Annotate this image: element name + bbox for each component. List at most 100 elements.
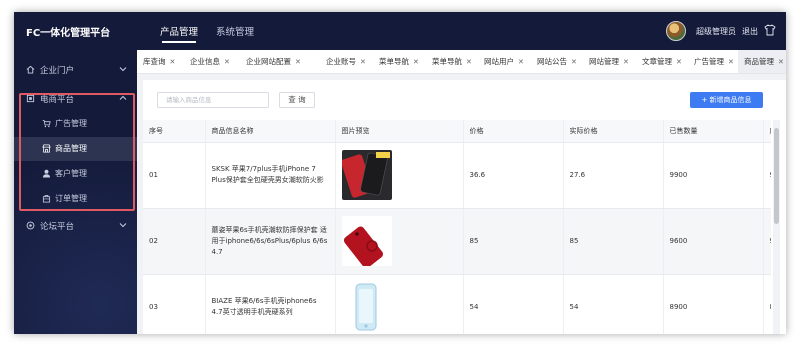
close-icon[interactable]: ✕ — [623, 58, 629, 66]
sidebar: 企业门户 电商平台 广告管理 商品管理 客户管理 订单管理 论坛平台 — [14, 50, 137, 334]
close-icon[interactable]: ✕ — [571, 58, 577, 66]
tab-label: 广告管理 — [694, 57, 724, 66]
sidebar-item-ad-management[interactable]: 广告管理 — [14, 112, 137, 136]
tab-site-management[interactable]: 网站管理 ✕ — [583, 50, 629, 73]
column-header-sold[interactable]: 已售数量 — [663, 120, 764, 143]
cell-name: 蘑姿苹果6s手机壳潮软防摔保护套 适用于iphone6/6s/6sPlus/6p… — [205, 208, 336, 275]
sidebar-group-label: 企业门户 — [40, 66, 75, 76]
tab-bar: 库查询 ✕ 企业信息 ✕ 企业网站配置 ✕ 企业账号 ✕ 菜单导航 ✕ 菜单导航 ✕ 网站用… — [137, 50, 786, 74]
search-input[interactable]: 请输入商品信息 — [157, 92, 269, 108]
sidebar-group-ecommerce[interactable]: 电商平台 — [14, 88, 137, 110]
column-header-preview[interactable]: 图片预览 — [335, 120, 464, 143]
product-image[interactable] — [341, 150, 392, 200]
tab-label: 网站管理 — [589, 57, 619, 66]
table-row[interactable]: 03 BIAZE 苹果6/6s手机壳iphone6s 4.7英寸透明手机壳硬系列… — [143, 274, 771, 334]
tab-label: 企业网站配置 — [246, 57, 291, 66]
tab-label: 商品管理 — [744, 57, 774, 66]
tab-company-info[interactable]: 企业信息 ✕ — [184, 50, 230, 73]
cell-preview — [335, 274, 464, 334]
close-icon[interactable]: ✕ — [778, 58, 784, 66]
cell-sold: 9900 — [663, 142, 764, 209]
close-icon[interactable]: ✕ — [295, 58, 301, 66]
vertical-scrollbar[interactable] — [773, 120, 780, 334]
close-icon[interactable]: ✕ — [224, 58, 230, 66]
nav-product-management[interactable]: 产品管理 — [160, 24, 198, 43]
scrollbar-thumb[interactable] — [774, 128, 779, 224]
cell-price: 54 — [463, 274, 564, 334]
column-header-name[interactable]: 商品信息名称 — [205, 120, 336, 143]
tab-product-management[interactable]: 商品管理 ✕ — [738, 50, 786, 73]
tab-article-management[interactable]: 文章管理 ✕ — [636, 50, 682, 73]
tab-label: 菜单导航 — [379, 57, 409, 66]
sidebar-item-label: 商品管理 — [55, 144, 87, 153]
chevron-up-icon — [119, 95, 127, 100]
nav-system-management[interactable]: 系统管理 — [216, 24, 254, 38]
tab-ad-management[interactable]: 广告管理 ✕ — [688, 50, 734, 73]
cell-stock: 8900 — [763, 274, 771, 334]
sidebar-group-forum[interactable]: 论坛平台 — [14, 215, 137, 237]
tab-label: 文章管理 — [642, 57, 672, 66]
product-image[interactable] — [341, 216, 392, 266]
store-icon — [42, 144, 51, 153]
tab-library-query[interactable]: 库查询 ✕ — [137, 50, 176, 73]
cell-preview — [335, 208, 464, 275]
sidebar-item-customer-management[interactable]: 客户管理 — [14, 162, 137, 186]
home-icon — [26, 65, 35, 74]
cell-name: BIAZE 苹果6/6s手机壳iphone6s 4.7英寸透明手机壳硬系列 — [205, 274, 336, 334]
product-image[interactable] — [341, 282, 392, 332]
cell-stock: 9600 — [763, 208, 771, 275]
sidebar-item-product-management[interactable]: 商品管理 — [14, 137, 137, 161]
cell-preview — [335, 142, 464, 209]
tab-menu-nav-2[interactable]: 菜单导航 ✕ — [426, 50, 472, 73]
app-window: FC一体化管理平台 产品管理 系统管理 超级管理员 退出 企业门户 电商平台 广… — [14, 12, 786, 334]
close-icon[interactable]: ✕ — [360, 58, 366, 66]
column-header-actual-price[interactable]: 实际价格 — [563, 120, 664, 143]
close-icon[interactable]: ✕ — [676, 58, 682, 66]
tab-label: 库查询 — [143, 57, 166, 66]
cell-no: 01 — [143, 142, 206, 209]
table-row[interactable]: 01 SKSK 苹果7/7plus手机iPhone 7 Plus保护套全包硬壳男… — [143, 142, 771, 209]
tab-site-users[interactable]: 网站用户 ✕ — [478, 50, 524, 73]
close-icon[interactable]: ✕ — [466, 58, 472, 66]
table-row[interactable]: 02 蘑姿苹果6s手机壳潮软防摔保护套 适用于iphone6/6s/6sPlus… — [143, 208, 771, 275]
user-icon — [42, 169, 51, 178]
user-name[interactable]: 超级管理员 — [696, 26, 736, 37]
column-header-price[interactable]: 价格 — [463, 120, 564, 143]
tab-label: 企业信息 — [190, 57, 220, 66]
forum-icon — [26, 221, 35, 230]
close-icon[interactable]: ✕ — [518, 58, 524, 66]
cell-actual-price: 54 — [563, 274, 664, 334]
tab-menu-nav-1[interactable]: 菜单导航 ✕ — [373, 50, 419, 73]
search-button[interactable]: 查 询 — [279, 92, 315, 108]
shirt-icon[interactable] — [764, 24, 776, 36]
cell-sold: 8900 — [663, 274, 764, 334]
logout-link[interactable]: 退出 — [742, 26, 758, 37]
tab-company-account[interactable]: 企业账号 ✕ — [320, 50, 366, 73]
chevron-down-icon — [119, 67, 127, 72]
close-icon[interactable]: ✕ — [170, 58, 176, 66]
sidebar-group-portal[interactable]: 企业门户 — [14, 59, 137, 81]
product-table: 序号 商品信息名称 图片预览 价格 实际价格 已售数量 库存 01 SKSK 苹… — [143, 120, 771, 334]
cell-no: 03 — [143, 274, 206, 334]
column-header-stock[interactable]: 库存 — [763, 120, 771, 143]
cell-price: 85 — [463, 208, 564, 275]
cell-no: 02 — [143, 208, 206, 275]
cell-sold: 9600 — [663, 208, 764, 275]
sidebar-item-order-management[interactable]: 订单管理 — [14, 187, 137, 211]
close-icon[interactable]: ✕ — [728, 58, 734, 66]
tab-site-config[interactable]: 企业网站配置 ✕ — [240, 50, 301, 73]
top-bar: FC一体化管理平台 产品管理 系统管理 超级管理员 退出 — [14, 12, 786, 50]
cell-stock: 9900 — [763, 142, 771, 209]
close-icon[interactable]: ✕ — [413, 58, 419, 66]
column-header-no[interactable]: 序号 — [143, 120, 206, 143]
square-icon — [26, 94, 35, 103]
sidebar-group-label: 论坛平台 — [40, 222, 75, 232]
add-product-button[interactable]: + 新增商品信息 — [690, 92, 763, 108]
sidebar-item-label: 客户管理 — [55, 169, 87, 178]
bag-icon — [42, 194, 51, 203]
cell-price: 36.6 — [463, 142, 564, 209]
avatar[interactable] — [666, 21, 686, 41]
main-content: 请输入商品信息 查 询 + 新增商品信息 序号 商品信息名称 图片预览 价格 实… — [143, 80, 786, 334]
sidebar-item-label: 广告管理 — [55, 119, 87, 128]
tab-site-notice[interactable]: 网站公告 ✕ — [531, 50, 577, 73]
